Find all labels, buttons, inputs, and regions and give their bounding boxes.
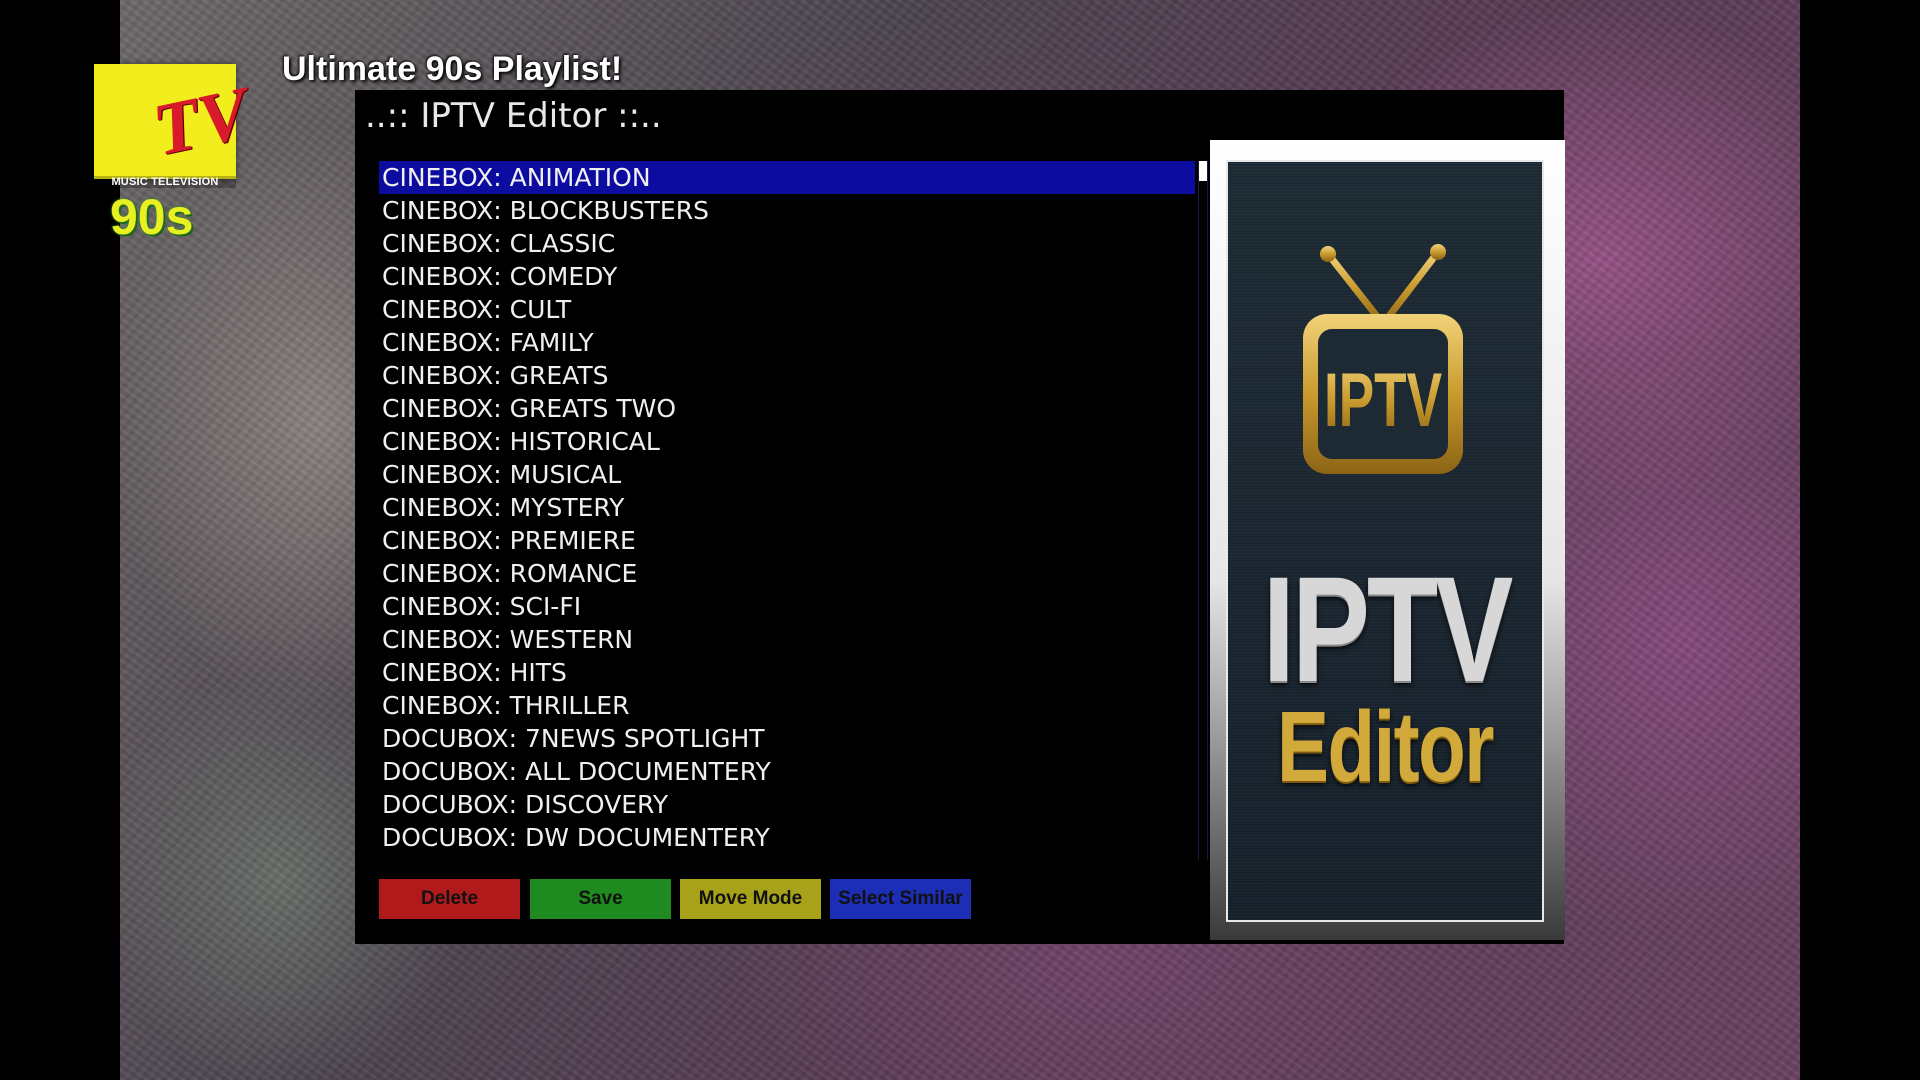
channel-list-item[interactable]: CINEBOX: PREMIERE (379, 524, 1195, 557)
mtv-tv-letters: TV (146, 72, 256, 172)
channel-list[interactable]: CINEBOX: ANIMATION CINEBOX: BLOCKBUSTERS C… (379, 161, 1195, 854)
channel-list-item[interactable]: CINEBOX: CULT (379, 293, 1195, 326)
playlist-title: Ultimate 90s Playlist! (282, 50, 623, 88)
channel-list-item[interactable]: CINEBOX: CLASSIC (379, 227, 1195, 260)
channel-list-item[interactable]: DOCUBOX: ALL DOCUMENTERY (379, 755, 1195, 788)
mtv-music-television-label: MUSIC TELEVISION (94, 176, 236, 188)
channel-list-item[interactable]: DOCUBOX: DW DOCUMENTERY (379, 821, 1195, 854)
channel-list-item[interactable]: CINEBOX: ANIMATION (379, 161, 1195, 194)
channel-list-item[interactable]: CINEBOX: SCI-FI (379, 590, 1195, 623)
scrollbar-thumb[interactable] (1199, 161, 1207, 181)
plugin-logo: IPTV IPTV Editor (1226, 160, 1544, 922)
channel-list-item[interactable]: CINEBOX: HISTORICAL (379, 425, 1195, 458)
channel-list-item[interactable]: CINEBOX: COMEDY (379, 260, 1195, 293)
channel-list-item[interactable]: DOCUBOX: DISCOVERY (379, 788, 1195, 821)
channel-list-item[interactable]: CINEBOX: MYSTERY (379, 491, 1195, 524)
logo-iptv-word: IPTV (1262, 545, 1514, 713)
mtv-decade-label: 90s (110, 189, 194, 245)
channel-list-item[interactable]: CINEBOX: THRILLER (379, 689, 1195, 722)
list-scrollbar[interactable] (1198, 161, 1208, 860)
select-similar-button[interactable]: Select Similar (830, 879, 971, 919)
logo-editor-word: Editor (1277, 691, 1495, 803)
channel-list-item[interactable]: CINEBOX: MUSICAL (379, 458, 1195, 491)
plugin-logo-panel: IPTV IPTV Editor (1210, 140, 1565, 940)
channel-list-item[interactable]: CINEBOX: WESTERN (379, 623, 1195, 656)
channel-list-item[interactable]: CINEBOX: FAMILY (379, 326, 1195, 359)
tv-icon: IPTV (1303, 244, 1463, 474)
channel-list-item[interactable]: DOCUBOX: 7NEWS SPOTLIGHT (379, 722, 1195, 755)
iptv-editor-dialog: ..:: IPTV Editor ::.. CINEBOX: ANIMATION… (355, 90, 1565, 944)
channel-list-item[interactable]: CINEBOX: GREATS (379, 359, 1195, 392)
move-mode-button[interactable]: Move Mode (680, 879, 821, 919)
channel-list-item[interactable]: CINEBOX: BLOCKBUSTERS (379, 194, 1195, 227)
channel-list-item[interactable]: CINEBOX: GREATS TWO (379, 392, 1195, 425)
save-button[interactable]: Save (530, 879, 671, 919)
delete-button[interactable]: Delete (379, 879, 520, 919)
channel-list-item[interactable]: CINEBOX: ROMANCE (379, 557, 1195, 590)
mtv-90s-logo: M TV MUSIC TELEVISION 90s (92, 54, 262, 250)
channel-list-item[interactable]: CINEBOX: HITS (379, 656, 1195, 689)
dialog-title: ..:: IPTV Editor ::.. (365, 96, 662, 136)
tv-icon-text: IPTV (1324, 358, 1442, 443)
